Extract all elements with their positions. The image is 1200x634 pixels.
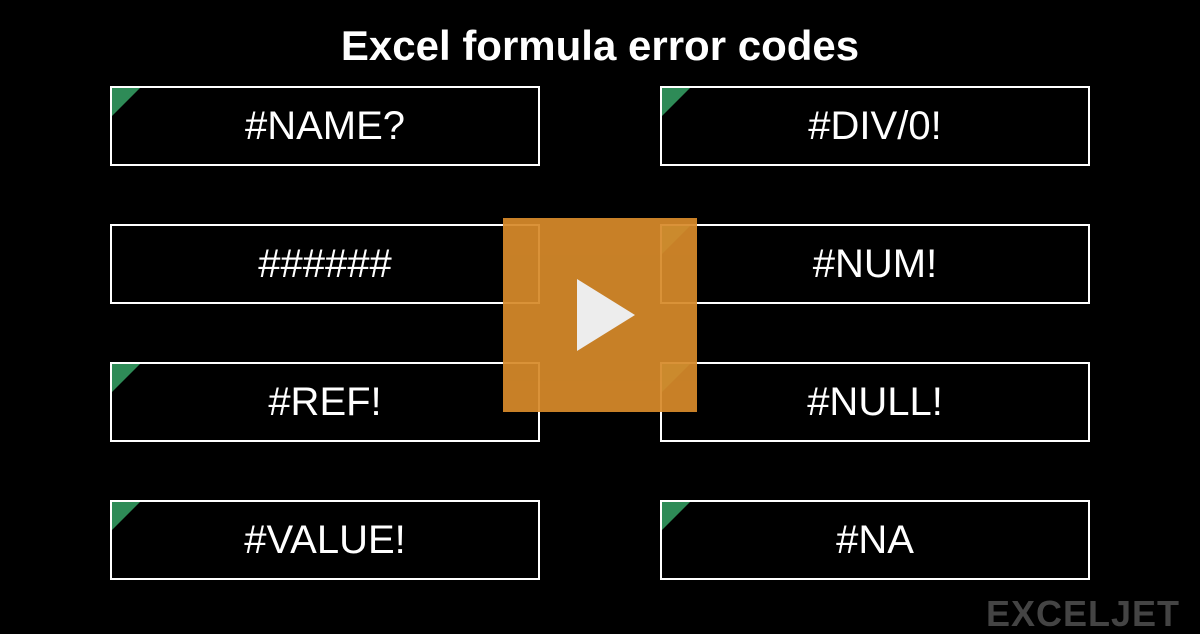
error-cell-div0: #DIV/0!	[660, 86, 1090, 166]
page-title: Excel formula error codes	[0, 0, 1200, 84]
error-cell-ref: #REF!	[110, 362, 540, 442]
cell-corner-icon	[112, 502, 140, 530]
error-cell-name: #NAME?	[110, 86, 540, 166]
cell-label: #REF!	[268, 380, 381, 425]
cell-label: ######	[258, 242, 391, 287]
cell-corner-icon	[112, 364, 140, 392]
cell-label: #NULL!	[807, 380, 943, 425]
cell-label: #NUM!	[813, 242, 937, 287]
cell-label: #DIV/0!	[808, 104, 941, 149]
error-cell-na: #NA	[660, 500, 1090, 580]
cell-corner-icon	[662, 502, 690, 530]
error-cell-value: #VALUE!	[110, 500, 540, 580]
cell-label: #NA	[836, 518, 914, 563]
cell-corner-icon	[112, 88, 140, 116]
error-cell-hashes: ######	[110, 224, 540, 304]
cell-label: #NAME?	[245, 104, 405, 149]
error-cell-null: #NULL!	[660, 362, 1090, 442]
logo-text: EXCELJET	[986, 596, 1180, 632]
brand-logo: EXCELJET	[986, 596, 1180, 632]
play-button[interactable]	[503, 218, 697, 412]
cell-label: #VALUE!	[244, 518, 406, 563]
error-cell-num: #NUM!	[660, 224, 1090, 304]
cell-corner-icon	[662, 88, 690, 116]
play-icon	[577, 279, 635, 351]
